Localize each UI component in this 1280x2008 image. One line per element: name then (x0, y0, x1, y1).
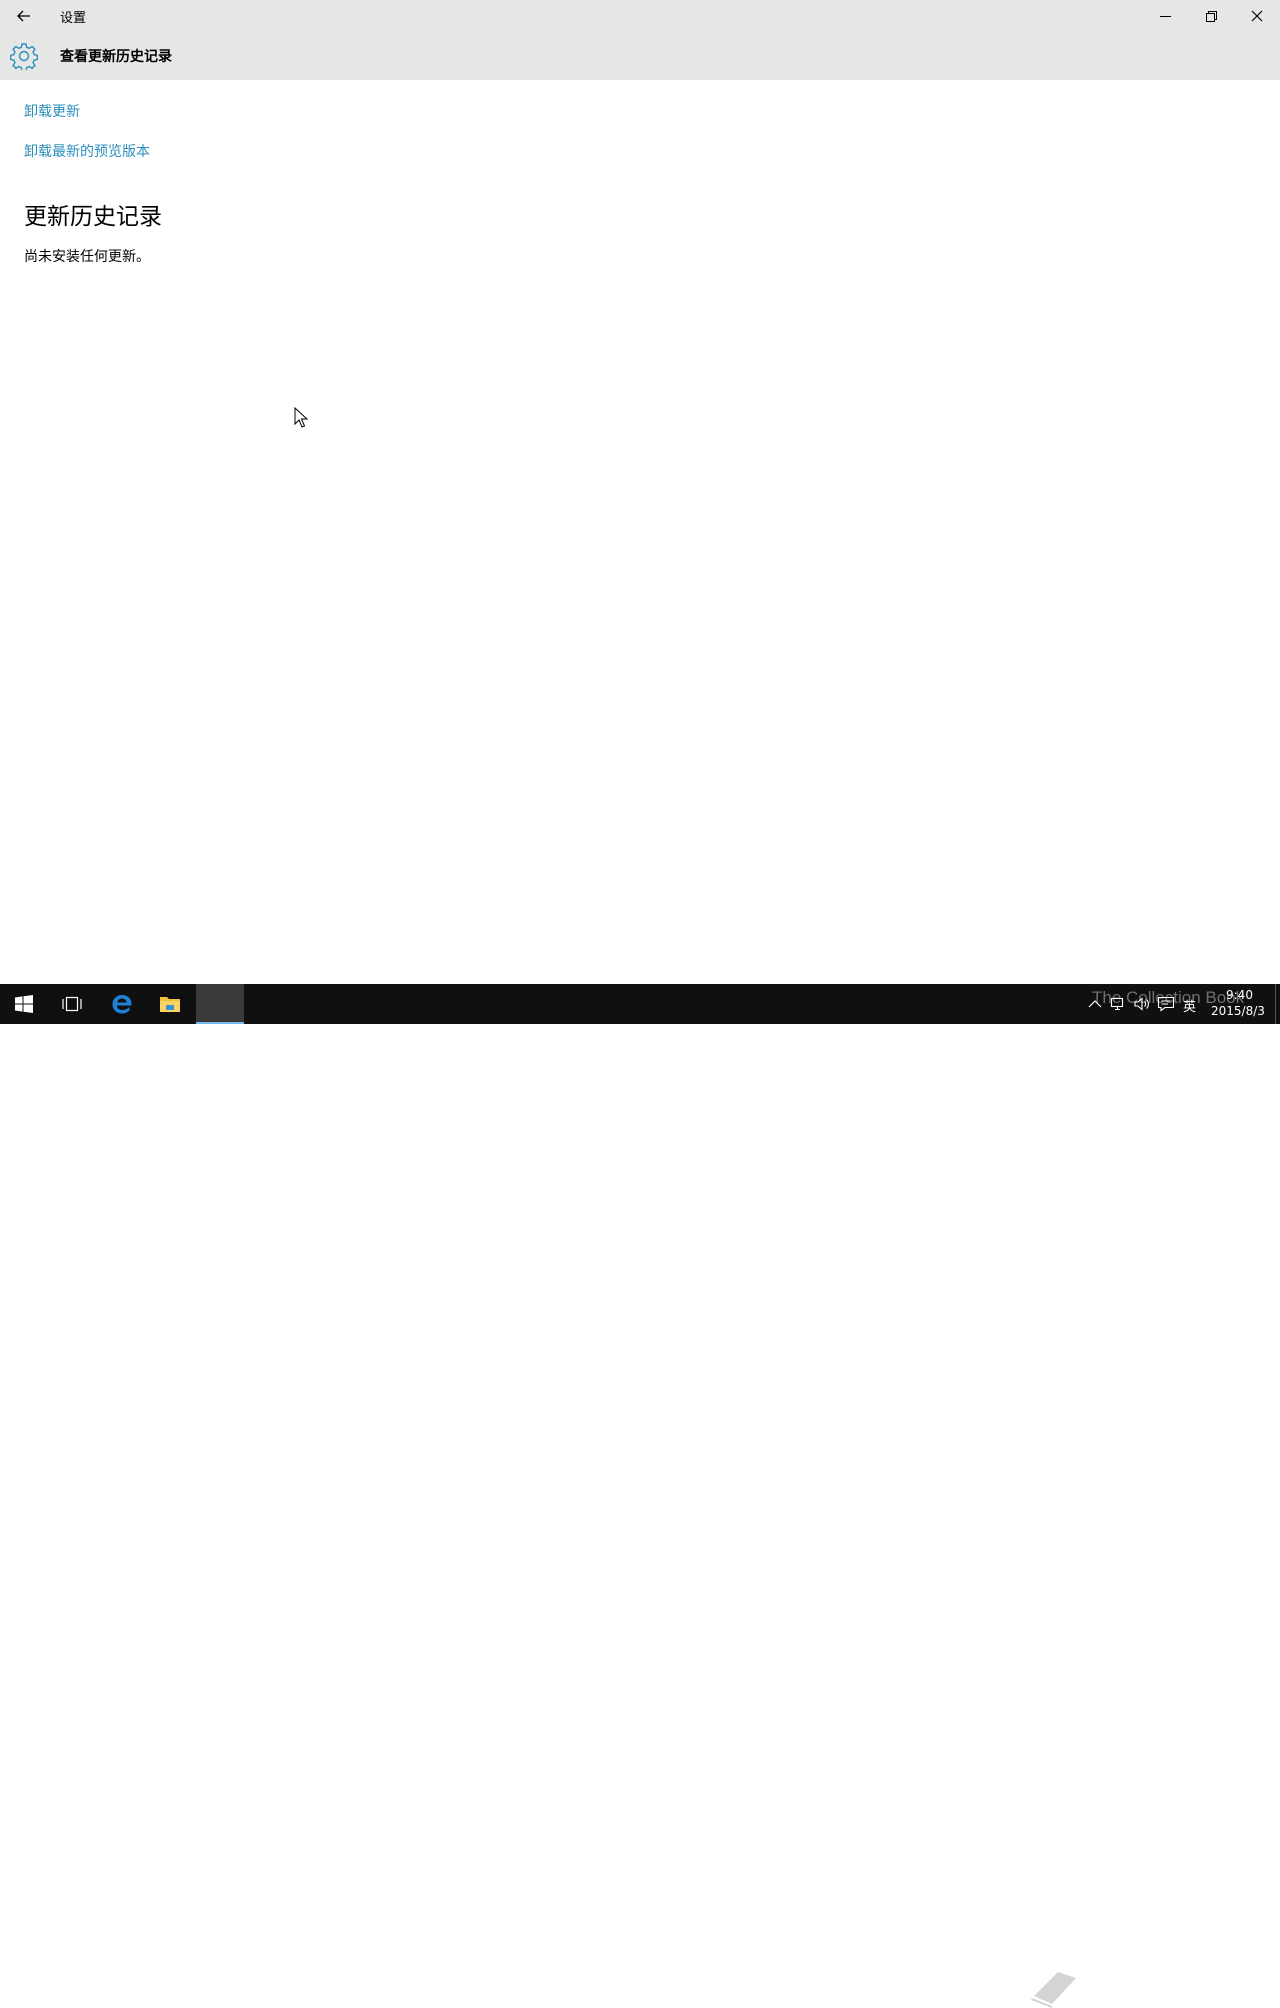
minimize-icon (1159, 15, 1171, 17)
clock-time[interactable]: 9:40 (1226, 988, 1253, 1002)
show-hidden-icons-icon[interactable] (1086, 996, 1104, 1012)
mouse-cursor-icon (294, 407, 308, 428)
clock-date[interactable]: 2015/8/3 (1211, 1004, 1265, 1018)
back-arrow-icon (17, 10, 30, 22)
restore-icon (1205, 10, 1217, 22)
input-language-indicator[interactable]: 英 (1183, 996, 1196, 1015)
no-updates-text: 尚未安装任何更新。 (24, 249, 150, 265)
start-button[interactable] (0, 984, 48, 1024)
update-history-heading: 更新历史记录 (24, 204, 162, 230)
app-title: 设置 (60, 11, 87, 26)
close-icon (1251, 10, 1263, 22)
settings-taskbar-button[interactable] (196, 984, 244, 1024)
windows-start-icon (15, 995, 33, 1013)
action-center-icon[interactable] (1157, 996, 1175, 1012)
close-button[interactable] (1234, 0, 1280, 32)
minimize-button[interactable] (1142, 0, 1188, 32)
volume-icon[interactable] (1133, 996, 1151, 1012)
watermark-book-icon (1031, 1972, 1076, 2008)
page-title: 查看更新历史记录 (60, 49, 172, 65)
title-bar: 设置 查看更新历史记录 (0, 0, 1280, 80)
taskbar: The Collection Book 英 9:40 2015/8/3 (0, 984, 1280, 2008)
task-view-button[interactable] (48, 984, 96, 1024)
network-icon[interactable] (1110, 996, 1128, 1012)
settings-window: 设置 查看更新历史记录 卸载更新 卸载最新的预览版本 更新历史记录 尚未安装任何… (0, 0, 1280, 984)
task-view-icon (62, 996, 82, 1012)
edge-button[interactable] (98, 984, 146, 1024)
restore-button[interactable] (1188, 0, 1234, 32)
gear-icon (10, 43, 38, 70)
edge-icon (112, 995, 132, 1014)
file-explorer-icon (160, 997, 180, 1012)
back-button[interactable] (0, 0, 48, 32)
uninstall-updates-link[interactable]: 卸载更新 (24, 101, 80, 121)
uninstall-preview-link[interactable]: 卸载最新的预览版本 (24, 141, 150, 161)
file-explorer-button[interactable] (146, 984, 194, 1024)
show-desktop-button[interactable] (1275, 984, 1276, 1024)
